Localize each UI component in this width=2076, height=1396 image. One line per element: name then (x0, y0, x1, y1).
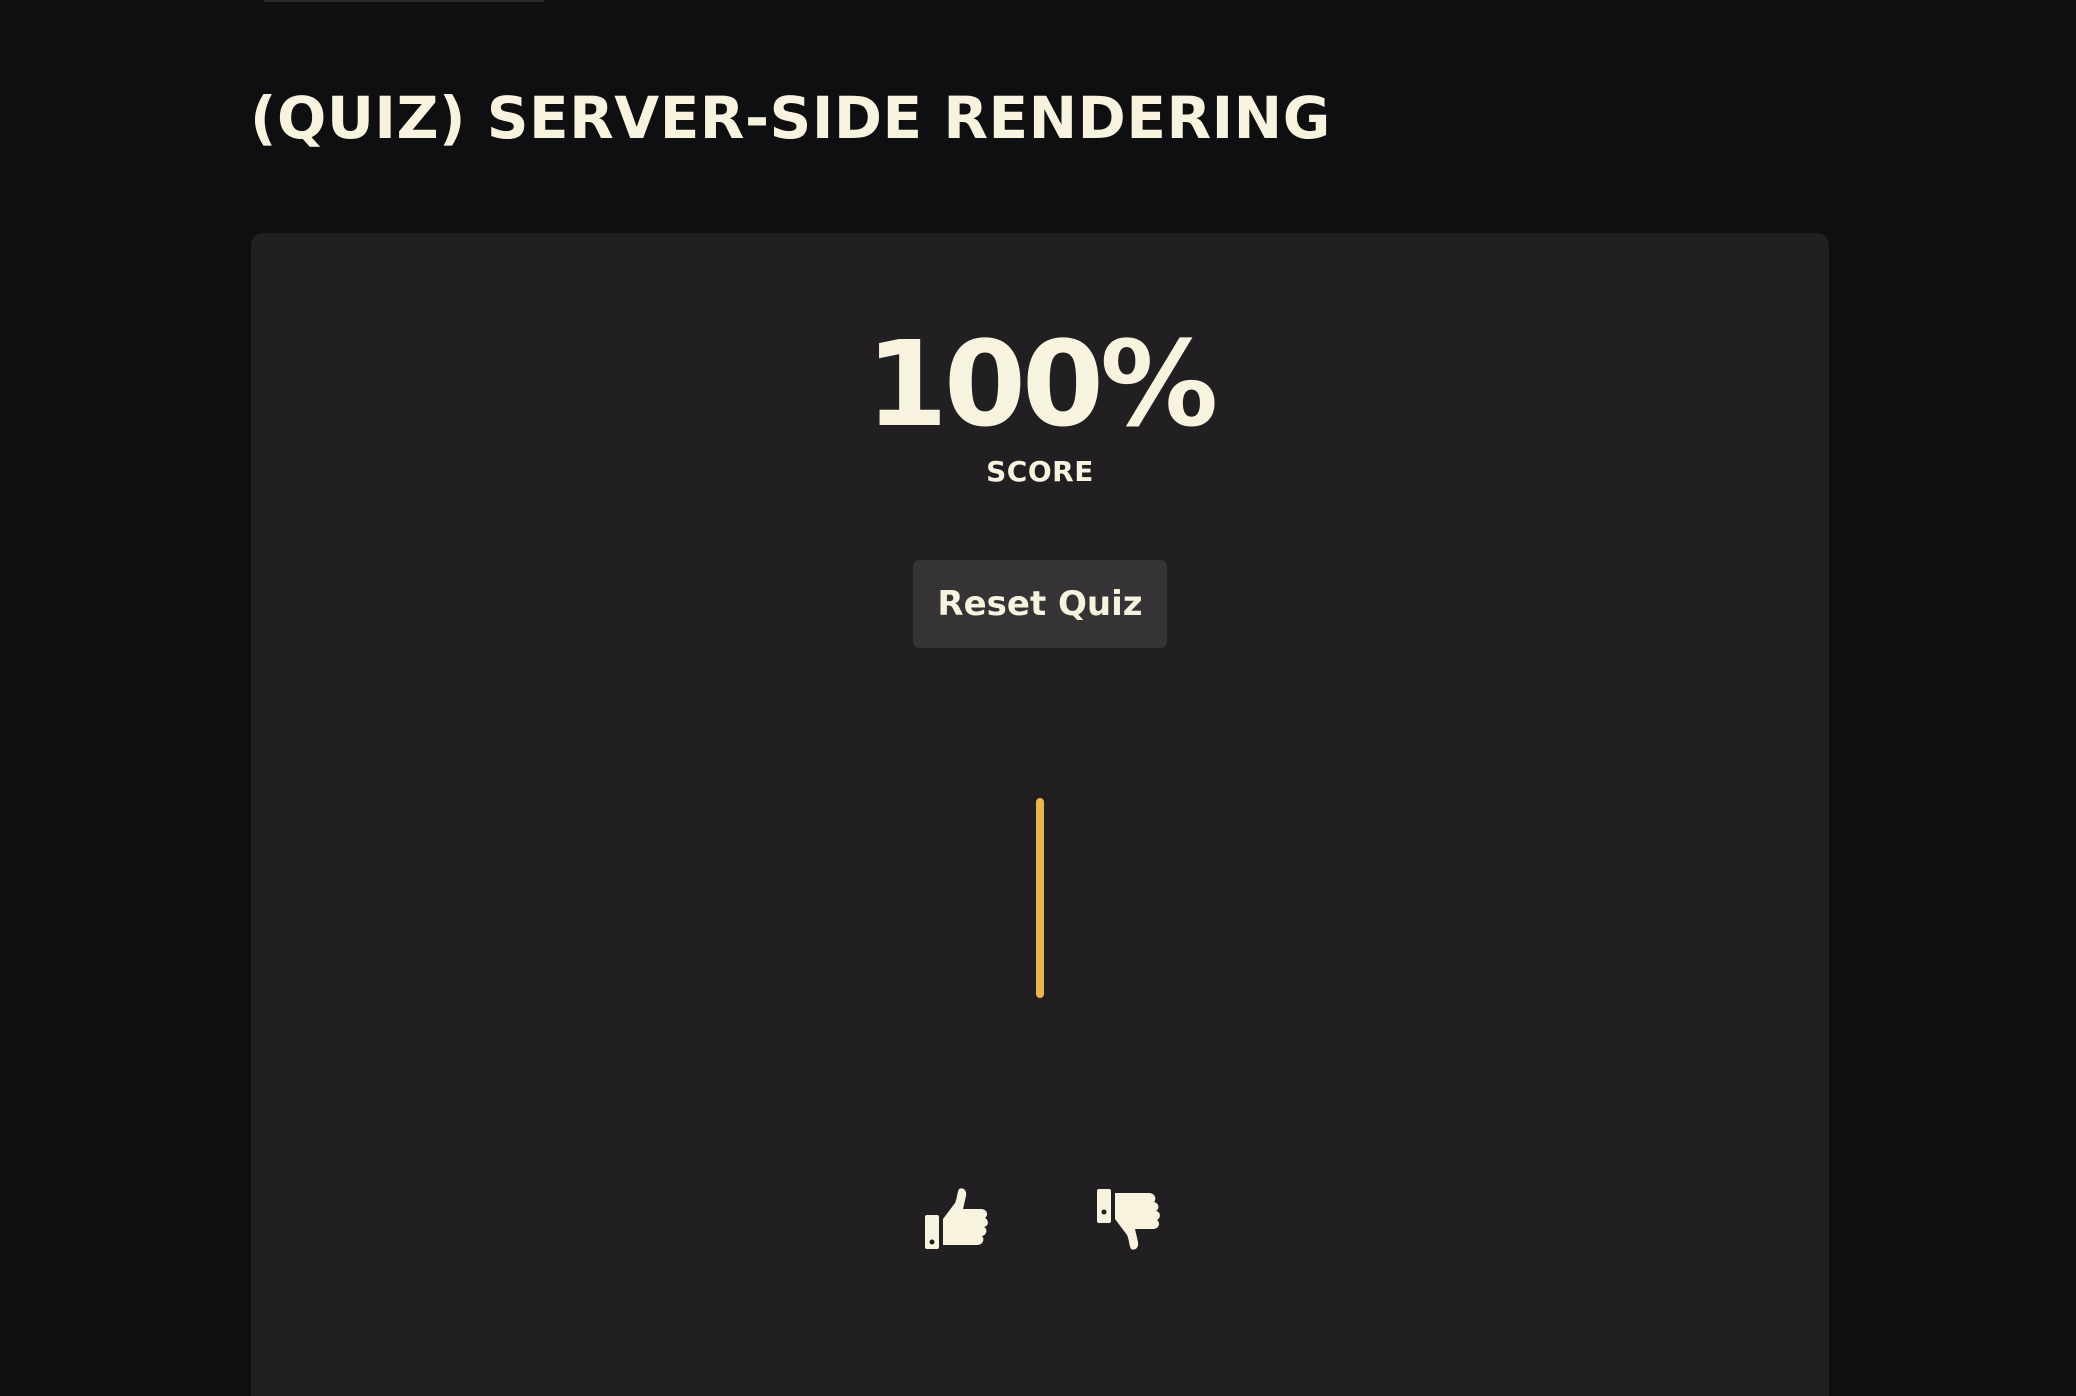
thumbs-up-icon (925, 1188, 988, 1249)
reset-quiz-button[interactable]: Reset Quiz (913, 560, 1167, 648)
quiz-results-card: 100% SCORE Reset Quiz (251, 233, 1829, 1396)
thumbs-up-button[interactable] (921, 1185, 991, 1255)
page-title: (QUIZ) SERVER-SIDE RENDERING (250, 84, 1331, 152)
progress-indicator (1036, 798, 1044, 998)
page: (QUIZ) SERVER-SIDE RENDERING 100% SCORE … (0, 0, 2076, 1396)
score-label: SCORE (986, 455, 1094, 488)
score-value: 100% (865, 315, 1219, 453)
top-tab-indicator (264, 0, 544, 2)
thumbs-down-button[interactable] (1093, 1185, 1163, 1255)
thumbs-down-icon (1097, 1189, 1160, 1250)
